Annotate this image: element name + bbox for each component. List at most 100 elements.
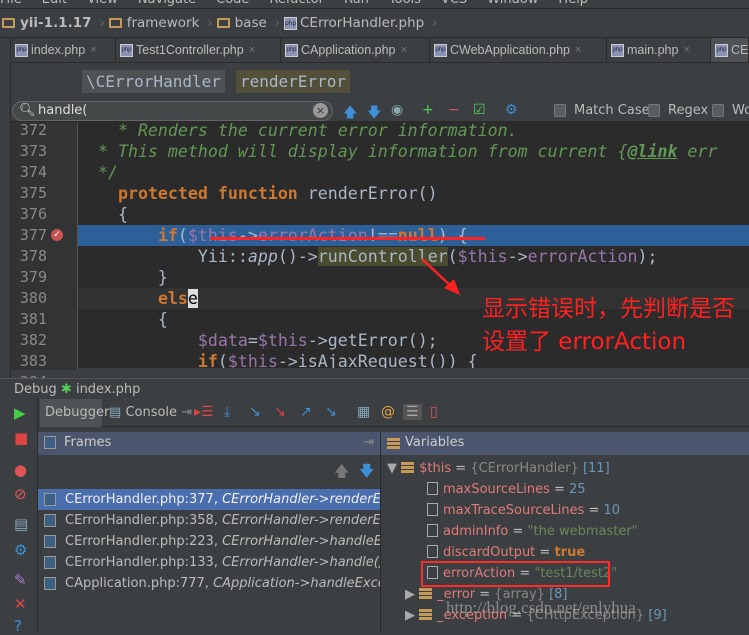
nav-class[interactable]: \CErrorHandler [82,70,225,93]
settings-icon[interactable]: ⚙ [14,541,27,559]
tab-file[interactable]: php main.php × [607,38,711,62]
menu-item[interactable]: View [87,0,118,7]
watch-icon[interactable]: @ [381,404,395,420]
code-line[interactable]: if($this->errorAction!==null) { [78,225,749,246]
menu-item[interactable]: Window [487,0,538,7]
match-case-checkbox[interactable] [554,104,566,117]
variable-field[interactable]: maxSourceLines = 25 [427,479,586,500]
breadcrumb-file[interactable]: php CErrorHandler.php [282,15,430,31]
tab-label: CWebApplication.php [450,43,570,57]
php-file-icon: php [284,16,297,30]
line-number-gutter[interactable]: 372373374375376377✓378379380381382383384 [11,121,78,391]
close-tab-icon[interactable]: × [249,44,255,56]
settings-gear-icon[interactable]: ⚙ [505,102,518,118]
frame-row[interactable]: CApplication.php:777, CApplication->hand… [38,573,380,594]
frame-row[interactable]: CErrorHandler.php:377, CErrorHandler->re… [38,489,380,510]
regex-checkbox[interactable] [648,104,660,117]
code-token: if [157,226,178,245]
evaluate-expression-icon[interactable]: ▦ [357,404,370,420]
move-up-icon[interactable]: 🡅 [334,461,349,486]
frame-call: CApplication->handleException() [213,576,380,591]
find-all-icon[interactable]: ◉ [391,102,403,118]
breadcrumb-framework[interactable]: framework [107,15,206,31]
menu-item[interactable]: Code [216,0,249,7]
variable-this[interactable]: ▼ $this = {CErrorHandler} [11] [387,458,610,479]
tab-file[interactable]: php CE [711,38,749,62]
tab-console[interactable]: ▤ Console ⇥ [104,399,197,427]
view-breakpoints-icon[interactable]: ● [14,461,27,479]
line-number: 380 [19,289,47,307]
pin-icon[interactable]: ✎ [14,571,27,589]
breakpoint-icon[interactable]: ✓ [51,229,63,241]
code-token: errorAction [257,226,368,245]
stop-icon[interactable]: ■ [14,429,28,447]
code-line[interactable]: protected function renderError() [78,183,749,204]
run-to-cursor-icon[interactable]: ↘ [325,404,337,420]
add-selection-icon[interactable]: + [422,102,434,118]
watermark: http://blog.csdn.net/enlyhua [446,598,636,617]
step-into-icon[interactable]: ↘ [249,404,261,420]
restore-layout-icon[interactable]: ▯ [430,404,438,420]
code-line[interactable]: * This method will display information f… [78,141,749,162]
code-line[interactable]: Yii::app()->runController($this->errorAc… [78,246,749,267]
show-values-icon[interactable]: ☰ [403,404,422,420]
close-icon[interactable]: ✕ [14,595,27,613]
nav-method[interactable]: renderError [236,70,350,93]
step-over-icon[interactable]: ⤓ [224,404,230,420]
menu-item[interactable]: Tools [389,0,421,7]
code-line[interactable]: * Renders the current error information. [78,122,749,141]
expand-arrow-icon[interactable]: ▶ [405,608,419,623]
menu-item[interactable]: VCS [441,0,467,7]
menu-item[interactable]: Refactor [269,0,324,7]
line-number: 375 [19,184,47,202]
close-tab-icon[interactable]: × [683,44,689,56]
search-input[interactable]: 🔍︎ handle(× [12,101,333,121]
words-checkbox[interactable] [712,104,724,117]
variable-field[interactable]: maxTraceSourceLines = 10 [427,500,620,521]
menu-item[interactable]: Edit [42,0,67,7]
menu-item[interactable]: Navigate [138,0,196,7]
close-tab-icon[interactable]: × [401,44,407,56]
menu-item[interactable]: Help [558,0,588,7]
force-step-into-icon[interactable]: ↘ [274,404,286,420]
hide-icon[interactable]: ⇥ [363,435,374,450]
help-icon[interactable]: ? [14,617,22,635]
frame-row[interactable]: CErrorHandler.php:223, CErrorHandler->ha… [38,531,380,552]
tab-debugger[interactable]: Debugger [40,399,109,427]
tab-file[interactable]: php CApplication.php × [281,38,430,62]
variable-field[interactable]: adminInfo = "the webmaster" [427,521,638,542]
close-tab-icon[interactable]: × [90,44,96,56]
select-all-occurrences-icon[interactable]: ☑ [473,102,486,118]
code-line[interactable]: } [78,267,749,288]
code-line[interactable]: */ [78,162,749,183]
mute-breakpoints-icon[interactable]: ⊘ [14,485,27,503]
frame-row[interactable]: CErrorHandler.php:358, CErrorHandler->re… [38,510,380,531]
resume-icon[interactable]: ▶ [14,404,26,422]
step-out-icon[interactable]: ↗ [300,404,312,420]
tab-file[interactable]: php index.php × [11,38,116,62]
layout-icon[interactable]: ▤ [14,515,28,533]
breadcrumb-base[interactable]: base [215,15,273,31]
code-line[interactable]: { [78,204,749,225]
code-token: ( [177,226,188,245]
left-tool-strip[interactable] [0,38,11,378]
horizontal-scrollbar[interactable] [78,368,749,376]
variable-field[interactable]: discardOutput = true [427,542,585,563]
expand-arrow-icon[interactable]: ▶ [405,587,419,602]
expand-arrow-icon[interactable]: ▼ [387,461,401,476]
tab-file[interactable]: php CWebApplication.php × [430,38,607,62]
debug-config-tab[interactable]: index.php [76,382,140,397]
breadcrumb-project[interactable]: yii-1.1.17 [0,15,98,31]
show-execution-point-icon[interactable]: ▸☰ [194,404,214,420]
move-down-icon[interactable]: 🡇 [359,461,374,486]
menu-item[interactable]: Run [344,0,369,7]
remove-selection-icon[interactable]: − [448,102,460,118]
clear-search-icon[interactable]: × [313,103,328,118]
close-tab-icon[interactable]: × [575,44,581,56]
tab-file[interactable]: php Test1Controller.php × [116,38,281,62]
frame-row[interactable]: CErrorHandler.php:133, CErrorHandler->ha… [38,552,380,573]
menu-item[interactable]: File [0,0,22,7]
variable-name: discardOutput [443,545,536,560]
